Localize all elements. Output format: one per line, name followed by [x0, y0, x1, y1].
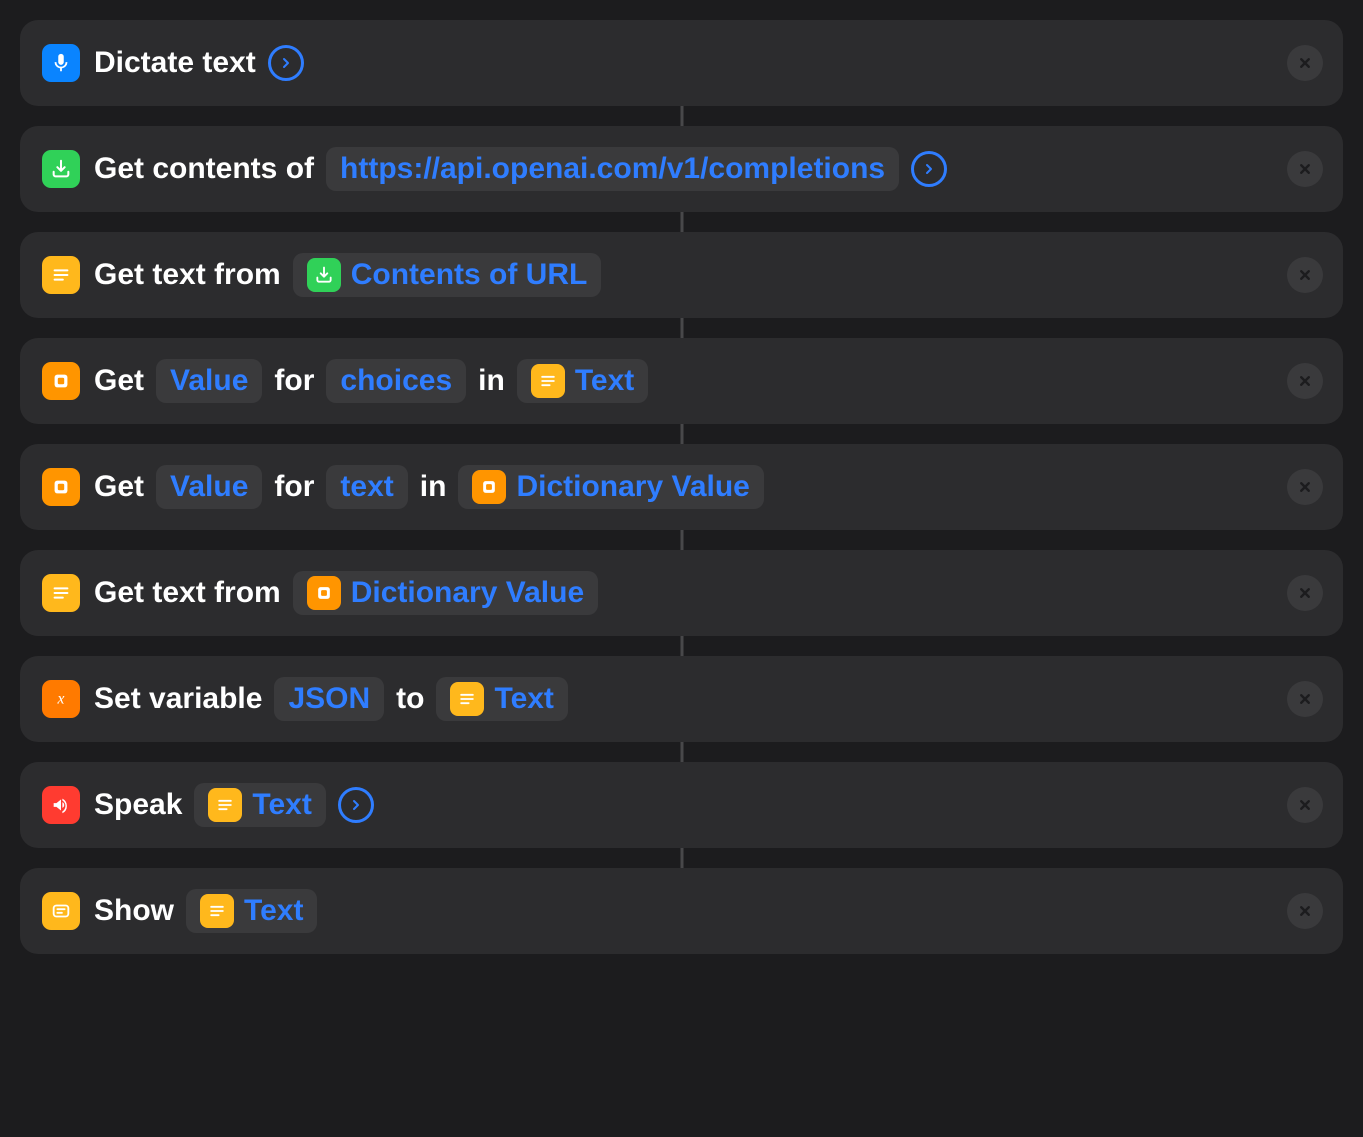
action-get-contents-url[interactable]: Get contents of https://api.openai.com/v1… — [20, 126, 1343, 212]
parameter-pill[interactable]: Text — [186, 889, 317, 933]
action-text: Get — [94, 469, 144, 505]
action-text: Set variable — [94, 681, 262, 717]
action-set-variable[interactable]: Set variable JSON to Text — [20, 656, 1343, 742]
remove-action-button[interactable] — [1287, 787, 1323, 823]
download-icon — [42, 150, 80, 188]
action-get-value-choices[interactable]: Get Value for choices in Text — [20, 338, 1343, 424]
parameter-pill[interactable]: Text — [517, 359, 648, 403]
action-text: Get text from — [94, 575, 281, 611]
connector — [680, 318, 683, 338]
action-speak[interactable]: Speak Text — [20, 762, 1343, 848]
action-text: Get text from — [94, 257, 281, 293]
parameter-pill[interactable]: Value — [156, 359, 262, 403]
dict-icon — [472, 470, 506, 504]
pill-label: Contents of URL — [351, 257, 588, 293]
action-text: Get contents of — [94, 151, 314, 187]
disclosure-button[interactable] — [911, 151, 947, 187]
action-text: Show — [94, 893, 174, 929]
pill-label: Value — [170, 363, 248, 399]
action-text: Speak — [94, 787, 182, 823]
action-text: Get — [94, 363, 144, 399]
parameter-pill[interactable]: text — [326, 465, 407, 509]
connector — [680, 636, 683, 656]
parameter-pill[interactable]: JSON — [274, 677, 384, 721]
action-dictate[interactable]: Dictate text — [20, 20, 1343, 106]
action-content: Set variable JSON to Text — [94, 677, 568, 721]
lines-icon — [450, 682, 484, 716]
remove-action-button[interactable] — [1287, 257, 1323, 293]
connector — [680, 106, 683, 126]
remove-action-button[interactable] — [1287, 45, 1323, 81]
disclosure-button[interactable] — [338, 787, 374, 823]
show-icon — [42, 892, 80, 930]
action-content: Get text from Dictionary Value — [94, 571, 598, 615]
lines-icon — [200, 894, 234, 928]
action-text: Dictate text — [94, 45, 256, 81]
action-content: Get Value for choices in Text — [94, 359, 648, 403]
action-text: for — [274, 363, 314, 399]
speaker-icon — [42, 786, 80, 824]
pill-label: https://api.openai.com/v1/completions — [340, 151, 885, 187]
action-text: to — [396, 681, 424, 717]
dict-icon — [42, 468, 80, 506]
pill-label: Value — [170, 469, 248, 505]
parameter-pill[interactable]: Dictionary Value — [458, 465, 763, 509]
parameter-pill[interactable]: Dictionary Value — [293, 571, 598, 615]
action-text: in — [420, 469, 447, 505]
pill-label: JSON — [288, 681, 370, 717]
pill-label: text — [340, 469, 393, 505]
action-text: in — [478, 363, 505, 399]
disclosure-button[interactable] — [268, 45, 304, 81]
var-icon — [42, 680, 80, 718]
parameter-pill[interactable]: Text — [436, 677, 567, 721]
action-content: Get contents of https://api.openai.com/v1… — [94, 147, 947, 191]
parameter-pill[interactable]: choices — [326, 359, 466, 403]
pill-label: choices — [340, 363, 452, 399]
remove-action-button[interactable] — [1287, 469, 1323, 505]
connector — [680, 212, 683, 232]
action-content: Dictate text — [94, 45, 304, 81]
lines-icon — [208, 788, 242, 822]
connector — [680, 848, 683, 868]
parameter-pill[interactable]: Contents of URL — [293, 253, 602, 297]
action-content: Get text from Contents of URL — [94, 253, 601, 297]
action-get-value-text[interactable]: Get Value fortextin Dictionary Value — [20, 444, 1343, 530]
pill-label: Text — [494, 681, 553, 717]
remove-action-button[interactable] — [1287, 151, 1323, 187]
action-show[interactable]: Show Text — [20, 868, 1343, 954]
remove-action-button[interactable] — [1287, 363, 1323, 399]
lines-icon — [531, 364, 565, 398]
pill-label: Dictionary Value — [516, 469, 749, 505]
remove-action-button[interactable] — [1287, 575, 1323, 611]
action-content: Speak Text — [94, 783, 374, 827]
action-get-text-from-dict[interactable]: Get text from Dictionary Value — [20, 550, 1343, 636]
pill-label: Text — [252, 787, 311, 823]
remove-action-button[interactable] — [1287, 893, 1323, 929]
action-content: Get Value fortextin Dictionary Value — [94, 465, 764, 509]
shortcut-workflow: Dictate text Get contents of https://api.o… — [20, 20, 1343, 954]
parameter-pill[interactable]: Text — [194, 783, 325, 827]
pill-label: Text — [244, 893, 303, 929]
download-icon — [307, 258, 341, 292]
parameter-pill[interactable]: Value — [156, 465, 262, 509]
dict-icon — [42, 362, 80, 400]
dict-icon — [307, 576, 341, 610]
parameter-pill[interactable]: https://api.openai.com/v1/completions — [326, 147, 899, 191]
remove-action-button[interactable] — [1287, 681, 1323, 717]
lines-icon — [42, 256, 80, 294]
connector — [680, 530, 683, 550]
action-text: for — [274, 469, 314, 505]
action-content: Show Text — [94, 889, 317, 933]
pill-label: Text — [575, 363, 634, 399]
pill-label: Dictionary Value — [351, 575, 584, 611]
lines-icon — [42, 574, 80, 612]
mic-icon — [42, 44, 80, 82]
action-get-text-from-url[interactable]: Get text from Contents of URL — [20, 232, 1343, 318]
connector — [680, 742, 683, 762]
connector — [680, 424, 683, 444]
